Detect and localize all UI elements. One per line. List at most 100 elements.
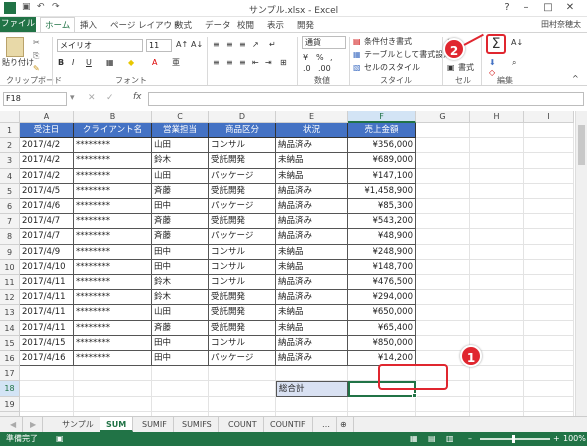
table-cell[interactable]: 2017/4/10 [20, 259, 74, 275]
table-cell[interactable]: 斉藤 [152, 214, 209, 230]
table-cell[interactable]: 2017/4/16 [20, 351, 74, 367]
phonetic-icon[interactable]: 亜 [172, 57, 180, 69]
cell[interactable] [524, 244, 574, 260]
cell[interactable] [416, 153, 470, 169]
table-cell[interactable]: 2017/4/2 [20, 153, 74, 169]
row-header-9[interactable]: 9 [0, 244, 20, 260]
cell[interactable] [209, 396, 276, 412]
cell[interactable] [524, 320, 574, 336]
page-break-view-icon[interactable]: ▥ [446, 432, 454, 446]
table-cell[interactable]: ******** [74, 320, 152, 336]
cut-icon[interactable]: ✂ [33, 37, 40, 49]
column-header-a[interactable]: A [20, 111, 74, 123]
table-cell[interactable]: ¥543,200 [348, 214, 416, 230]
table-cell[interactable]: 田中 [152, 199, 209, 215]
cell[interactable] [416, 244, 470, 260]
table-cell[interactable]: コンサル [209, 244, 276, 260]
sheet-tab[interactable]: COUNTIF [264, 417, 313, 432]
format-cell-icon[interactable]: ▣ [447, 62, 455, 74]
row-header-19[interactable]: 19 [0, 396, 20, 412]
cell[interactable] [524, 199, 574, 215]
zoom-slider[interactable] [480, 438, 550, 440]
cell[interactable] [524, 275, 574, 291]
cell[interactable] [524, 183, 574, 199]
align-left-icon[interactable]: ≡ [213, 57, 220, 69]
table-cell[interactable]: ¥65,400 [348, 320, 416, 336]
table-cell[interactable]: 納品済み [276, 199, 348, 215]
table-cell[interactable]: 未納品 [276, 320, 348, 336]
sheet-tab-active[interactable]: SUM [100, 417, 134, 432]
table-cell[interactable]: 未納品 [276, 305, 348, 321]
table-cell[interactable]: コンサル [209, 275, 276, 291]
table-cell[interactable]: 斉藤 [152, 183, 209, 199]
cell[interactable] [524, 351, 574, 367]
total-label-cell[interactable]: 総合計 [276, 381, 348, 397]
name-box[interactable]: F18 [3, 92, 67, 106]
insert-function-icon[interactable]: fx [133, 92, 142, 102]
cell[interactable] [276, 366, 348, 382]
align-bottom-icon[interactable]: ≡ [239, 39, 246, 51]
row-header-8[interactable]: 8 [0, 229, 20, 245]
table-cell[interactable]: ¥147,100 [348, 168, 416, 184]
cell[interactable] [152, 396, 209, 412]
table-header-cell[interactable]: 営業担当 [152, 123, 209, 139]
table-cell[interactable]: ******** [74, 153, 152, 169]
enter-icon[interactable]: ✓ [106, 93, 114, 103]
cell[interactable] [152, 381, 209, 397]
table-cell[interactable]: 鈴木 [152, 290, 209, 306]
table-cell[interactable]: ¥85,300 [348, 199, 416, 215]
table-header-cell[interactable]: 受注日 [20, 123, 74, 139]
maximize-button[interactable]: □ [541, 2, 555, 14]
table-cell[interactable]: パッケージ [209, 229, 276, 245]
table-cell[interactable]: ¥294,000 [348, 290, 416, 306]
table-cell[interactable]: 未納品 [276, 153, 348, 169]
table-format-icon[interactable]: ▦ [353, 49, 361, 61]
conditional-format-icon[interactable]: ▤ [353, 36, 361, 48]
sort-filter-icon[interactable]: A↓ [511, 37, 523, 49]
zoom-in-icon[interactable]: + [553, 432, 560, 446]
table-cell[interactable]: 山田 [152, 168, 209, 184]
table-cell[interactable]: 納品済み [276, 183, 348, 199]
column-header-i[interactable]: I [524, 111, 574, 123]
cell[interactable] [524, 168, 574, 184]
tab-review[interactable]: 校閲 [237, 19, 254, 31]
formula-input[interactable] [148, 92, 584, 106]
font-color-icon[interactable]: A [152, 57, 157, 69]
cell[interactable] [524, 123, 574, 139]
row-header-2[interactable]: 2 [0, 138, 20, 154]
row-header-17[interactable]: 17 [0, 366, 20, 382]
user-name[interactable]: 田村奈穂太 [541, 19, 581, 30]
cell[interactable] [470, 290, 524, 306]
cell[interactable] [470, 259, 524, 275]
table-cell[interactable]: ******** [74, 335, 152, 351]
cell[interactable] [152, 366, 209, 382]
table-cell[interactable]: ¥356,000 [348, 138, 416, 154]
cell[interactable] [524, 259, 574, 275]
underline-icon[interactable]: U [86, 57, 92, 69]
table-cell[interactable]: 山田 [152, 138, 209, 154]
macro-record-icon[interactable]: ▣ [56, 432, 64, 446]
minimize-button[interactable]: – [519, 2, 533, 14]
cell[interactable] [416, 320, 470, 336]
cell[interactable] [416, 199, 470, 215]
cell[interactable] [470, 244, 524, 260]
cell[interactable] [416, 259, 470, 275]
table-cell[interactable]: ******** [74, 214, 152, 230]
table-cell[interactable]: 2017/4/11 [20, 320, 74, 336]
cell[interactable] [416, 290, 470, 306]
cell[interactable] [416, 123, 470, 139]
cell[interactable] [524, 214, 574, 230]
cell[interactable] [74, 366, 152, 382]
table-cell[interactable]: 納品済み [276, 275, 348, 291]
cell[interactable] [416, 183, 470, 199]
sheet-tab[interactable]: COUNT [222, 417, 264, 432]
cell[interactable] [416, 396, 470, 412]
cell[interactable] [416, 305, 470, 321]
column-header-e[interactable]: E [276, 111, 348, 123]
tab-formulas[interactable]: 数式 [175, 19, 192, 31]
column-header-f[interactable]: F [348, 111, 416, 123]
cell[interactable] [416, 138, 470, 154]
table-cell[interactable]: 斉藤 [152, 229, 209, 245]
font-size-select[interactable]: 11 [146, 39, 172, 52]
table-cell[interactable]: ¥689,000 [348, 153, 416, 169]
